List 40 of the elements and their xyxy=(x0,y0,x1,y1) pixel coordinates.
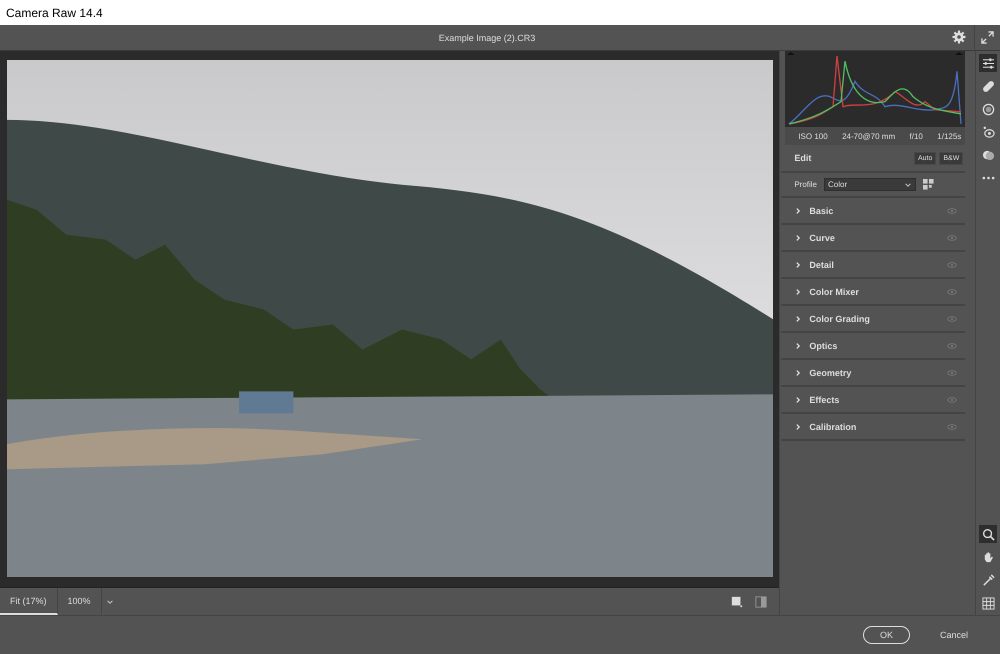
zoom-tab[interactable]: 100% xyxy=(58,588,102,615)
before-after-icon[interactable] xyxy=(755,596,768,608)
square-icon[interactable] xyxy=(731,596,744,608)
panel-section[interactable]: Geometry xyxy=(781,360,966,387)
chevron-down-icon xyxy=(904,180,912,188)
chevron-right-icon xyxy=(794,422,802,430)
exif-value: 1/125s xyxy=(937,132,962,141)
chevron-right-icon xyxy=(794,234,802,242)
expand-icon[interactable] xyxy=(981,31,994,44)
profile-label: Profile xyxy=(794,180,818,189)
exif-value: 24-70@70 mm xyxy=(842,132,896,141)
zoom-tool-icon[interactable] xyxy=(979,525,998,543)
panel-section[interactable]: Color Mixer xyxy=(781,279,966,306)
profile-dropdown[interactable]: Color xyxy=(824,178,916,191)
chevron-right-icon xyxy=(794,206,802,214)
panel-section[interactable]: Curve xyxy=(781,225,966,252)
edit-heading: Edit xyxy=(794,153,812,163)
profile-browser-icon[interactable] xyxy=(923,179,934,190)
panel-section[interactable]: Effects xyxy=(781,387,966,414)
chevron-right-icon xyxy=(794,396,802,404)
cancel-button[interactable]: Cancel xyxy=(934,629,974,641)
chevron-right-icon xyxy=(794,260,802,268)
file-name: Example Image (2).CR3 xyxy=(438,32,536,42)
chevron-right-icon xyxy=(794,342,802,350)
chevron-right-icon xyxy=(794,368,802,376)
chevron-right-icon xyxy=(794,288,802,296)
settings-icon[interactable] xyxy=(952,30,966,44)
panel-section[interactable]: Color Grading xyxy=(781,306,966,333)
panel-section[interactable]: Calibration xyxy=(781,414,966,441)
window-title: Camera Raw 14.4 xyxy=(6,6,103,20)
exif-value: ISO 100 xyxy=(798,132,828,141)
panel-section[interactable]: Optics xyxy=(781,333,966,360)
chevron-right-icon xyxy=(794,314,802,322)
panel-section[interactable]: Basic xyxy=(781,198,966,225)
chevron-down-icon[interactable] xyxy=(106,598,114,606)
exif-value: f/10 xyxy=(910,132,923,141)
zoom-tab[interactable]: Fit (17%) xyxy=(0,588,58,615)
sliders-tool-icon[interactable] xyxy=(979,54,998,72)
ok-button[interactable]: OK xyxy=(862,626,910,644)
panel-section[interactable]: Detail xyxy=(781,252,966,279)
